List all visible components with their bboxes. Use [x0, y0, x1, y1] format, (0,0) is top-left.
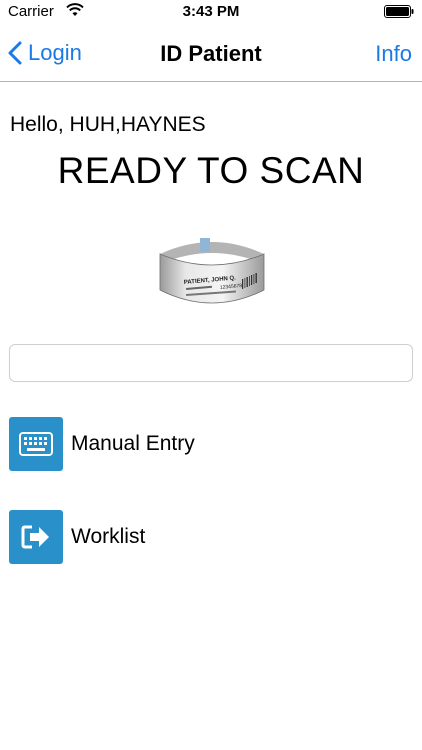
worklist-label: Worklist: [71, 525, 146, 548]
clock: 3:43 PM: [182, 3, 240, 20]
status-bar: Carrier 3:43 PM: [0, 0, 422, 24]
navigation-bar: Login ID Patient Info: [0, 24, 422, 82]
sign-out-arrow-icon: [9, 510, 63, 564]
keyboard-icon: [9, 417, 63, 471]
manual-entry-button[interactable]: Manual Entry: [9, 417, 195, 471]
greeting-text: Hello, HUH,HAYNES: [10, 113, 206, 136]
wristband-image: PATIENT, JOHN Q. 12345678: [159, 238, 265, 304]
barcode-scan-input[interactable]: [9, 344, 413, 382]
info-button[interactable]: Info: [375, 41, 412, 67]
manual-entry-label: Manual Entry: [71, 432, 195, 455]
worklist-button[interactable]: Worklist: [9, 510, 145, 564]
scan-status-heading: READY TO SCAN: [57, 150, 365, 191]
id-patient-screen: Carrier 3:43 PM Login ID Patient Info He…: [0, 0, 422, 750]
page-title: ID Patient: [160, 41, 262, 66]
battery-icon: [384, 5, 414, 18]
